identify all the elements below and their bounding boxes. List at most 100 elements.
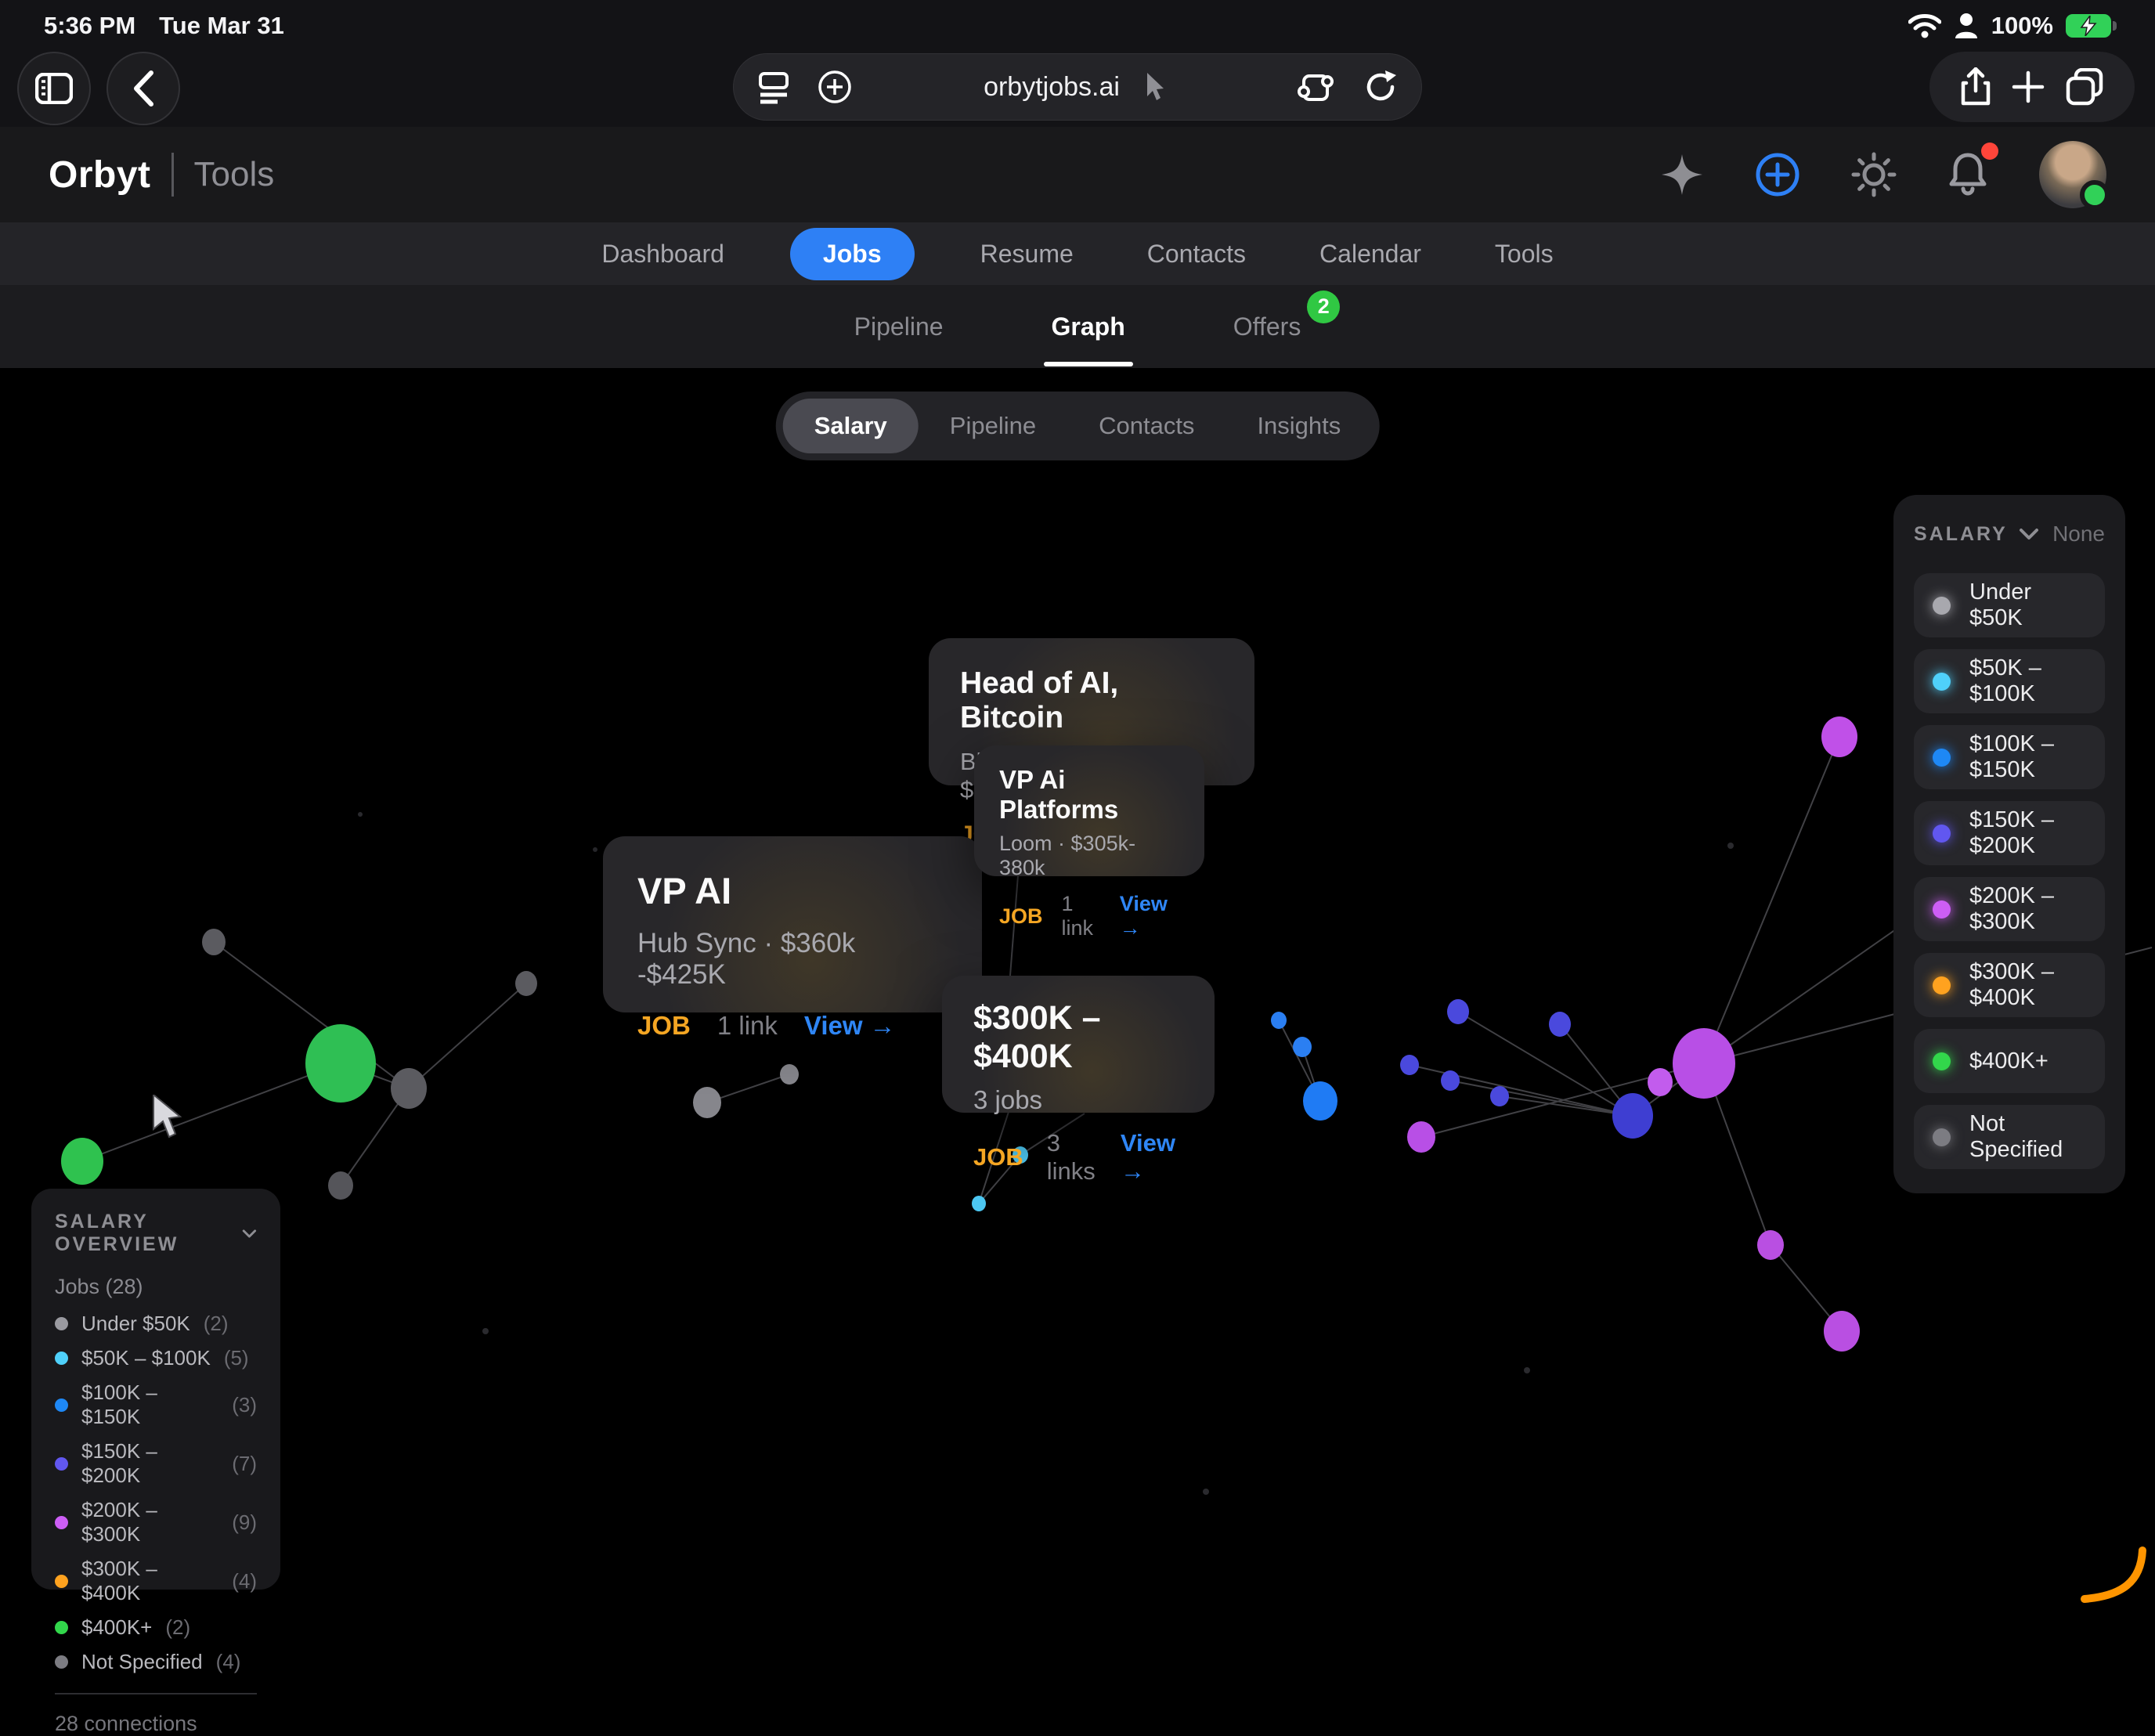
filter-item-label: $150K – $200K [1969,807,2086,859]
add-circle-icon[interactable] [1754,151,1801,198]
filter-value[interactable]: None [2052,522,2105,547]
graph-node[interactable] [1549,1012,1571,1037]
url-bar[interactable]: orbytjobs.ai [733,53,1422,121]
graph-node[interactable] [1303,1081,1337,1121]
filter-panel-title[interactable]: SALARY [1914,523,2039,546]
graph-node[interactable] [1271,1012,1287,1029]
graph-node[interactable] [1824,1311,1860,1352]
graph-node[interactable] [1727,843,1734,849]
extensions-icon[interactable] [1298,70,1334,104]
graph-node[interactable] [305,1024,376,1103]
graph-node[interactable] [972,1196,986,1211]
filter-item-150k-200k[interactable]: $150K – $200K [1914,801,2105,865]
overview-title[interactable]: SALARY OVERVIEW [55,1211,257,1256]
view-link[interactable]: View → [1121,1129,1183,1186]
graph-node[interactable] [391,1068,427,1109]
segment-insights[interactable]: Insights [1225,399,1372,453]
links-count: 1 link [717,1011,778,1041]
subtab-graph[interactable]: Graph [1049,308,1128,346]
legend-dot [1933,976,1951,994]
graph-node[interactable] [61,1138,103,1185]
tab-calendar[interactable]: Calendar [1312,229,1429,280]
graph-node[interactable] [1648,1068,1673,1096]
graph-node[interactable] [1757,1230,1784,1260]
segment-salary[interactable]: Salary [783,399,919,453]
job-card-title: Head of AI, Bitcoin [960,666,1223,735]
graph-node[interactable] [593,847,597,852]
graph-node[interactable] [1293,1037,1312,1057]
segment-contacts[interactable]: Contacts [1067,399,1225,453]
segment-pipeline[interactable]: Pipeline [919,399,1067,453]
job-card-vp-ai-platforms[interactable]: VP Ai Platforms Loom · $305k-380k JOB 1 … [974,745,1204,876]
sidebar-toggle-button[interactable] [17,52,91,125]
job-card-vp-ai[interactable]: VP AI Hub Sync · $360k -$425K JOB 1 link… [603,836,982,1012]
back-button[interactable] [106,52,180,125]
subtab-pipeline[interactable]: Pipeline [851,308,947,346]
filter-item-under-50k[interactable]: Under $50K [1914,573,2105,637]
theme-sun-icon[interactable] [1851,152,1897,197]
new-tab-icon[interactable] [2011,70,2045,104]
filter-item-200k-300k[interactable]: $200K – $300K [1914,877,2105,941]
page-settings-icon[interactable] [757,69,790,105]
graph-node[interactable] [515,971,537,996]
graph-node[interactable] [1203,1489,1209,1495]
links-count: 1 link [1062,892,1101,940]
tab-contacts[interactable]: Contacts [1139,229,1254,280]
overview-count: (5) [224,1346,249,1370]
job-card-subtitle: Hub Sync · $360k -$425K [637,928,948,991]
filter-item-not-specified[interactable]: Not Specified [1914,1105,2105,1169]
reload-icon[interactable] [1363,69,1398,105]
overview-row: $200K – $300K(9) [55,1498,257,1547]
graph-node[interactable] [1821,716,1857,757]
graph-node[interactable] [1490,1086,1509,1106]
avatar[interactable] [2039,141,2106,208]
view-link[interactable]: View → [1120,892,1179,940]
filter-item-300k-400k[interactable]: $300K – $400K [1914,953,2105,1017]
graph-node[interactable] [202,929,226,955]
overview-row: $100K – $150K(3) [55,1380,257,1429]
url-text[interactable]: orbytjobs.ai [984,72,1120,103]
new-quick-note-icon[interactable] [817,69,853,105]
filter-item-label: $400K+ [1969,1048,2049,1074]
tab-overview-icon[interactable] [2065,68,2104,106]
graph-node[interactable] [482,1328,489,1334]
graph-node[interactable] [693,1087,721,1118]
legend-dot [1933,900,1951,919]
sparkle-icon[interactable] [1660,153,1704,197]
browser-chrome: 5:36 PM Tue Mar 31 100% orbytjobs.ai [0,0,2155,127]
overview-row: Under $50K(2) [55,1312,257,1336]
share-icon[interactable] [1960,67,1991,106]
graph-node[interactable] [1673,1028,1735,1099]
brand-logo[interactable]: Orbyt [49,153,151,197]
tab-tools[interactable]: Tools [1487,229,1561,280]
graph-node[interactable] [1441,1070,1460,1091]
filter-item-400k-plus[interactable]: $400K+ [1914,1029,2105,1093]
tab-jobs[interactable]: Jobs [790,228,915,280]
sidebar-icon [35,73,73,104]
graph-node[interactable] [1447,999,1469,1024]
user-icon [1954,13,1979,39]
graph-node[interactable] [1400,1055,1419,1075]
notifications-button[interactable] [1947,150,1989,200]
subtab-offers[interactable]: Offers 2 [1230,308,1305,346]
legend-dot [55,1575,68,1588]
overview-label: Under $50K [81,1312,190,1336]
salary-band-card[interactable]: $300K – $400K 3 jobs JOB 3 links View → [942,976,1215,1113]
filter-item-100k-150k[interactable]: $100K – $150K [1914,725,2105,789]
graph-node[interactable] [328,1171,353,1200]
graph-node[interactable] [358,812,363,817]
graph-node[interactable] [1407,1121,1435,1153]
legend-dot [1933,1052,1951,1070]
graph-node[interactable] [780,1064,799,1085]
notification-dot [1981,143,1998,160]
job-card-subtitle: Loom · $305k-380k [999,832,1179,880]
tab-resume[interactable]: Resume [973,229,1081,280]
status-bar: 5:36 PM Tue Mar 31 100% [0,0,2155,44]
graph-node[interactable] [1612,1093,1653,1139]
graph-node[interactable] [1524,1367,1530,1373]
legend-dot [55,1352,68,1365]
overview-label: Not Specified [81,1650,203,1674]
tab-dashboard[interactable]: Dashboard [594,229,732,280]
filter-item-50k-100k[interactable]: $50K – $100K [1914,649,2105,713]
view-link[interactable]: View → [804,1011,896,1041]
